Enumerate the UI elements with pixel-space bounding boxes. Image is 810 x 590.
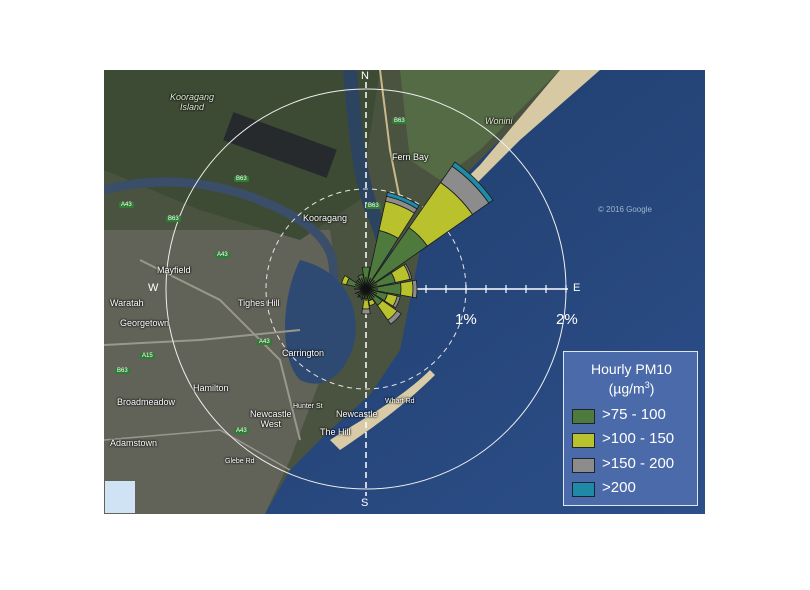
place-tighes-hill: Tighes Hill: [238, 298, 280, 308]
compass-south: S: [361, 497, 369, 509]
road-shield-b63: B63: [115, 368, 130, 374]
road-shield-b63: B63: [392, 118, 407, 124]
road-shield-b63: B63: [166, 216, 181, 222]
place-kooragang-island: Kooragang Island: [170, 92, 215, 112]
place-hamilton: Hamilton: [193, 383, 229, 393]
map-figure: N E S W 1% 2% Kooragang Island Wonini Fe…: [0, 0, 810, 585]
place-georgetown: Georgetown: [120, 318, 170, 328]
legend-label: >75 - 100: [602, 406, 666, 423]
place-glebe-rd: Glebe Rd: [225, 458, 255, 465]
place-adamstown: Adamstown: [110, 438, 158, 448]
windrose-wedge: [411, 279, 418, 299]
road-shield-a15: A15: [140, 353, 155, 359]
legend-swatch: [572, 433, 595, 448]
map-copyright: © 2016 Google: [598, 205, 652, 214]
road-shield-b63: B63: [366, 203, 381, 209]
road-shield-a43: A43: [215, 252, 230, 258]
compass-east: E: [573, 282, 581, 294]
ring-label-2pct: 2%: [556, 311, 578, 328]
ring-label-1pct: 1%: [455, 311, 477, 328]
legend-label: >200: [602, 479, 636, 496]
legend: Hourly PM10 (µg/m3) >75 - 100 >100 - 150…: [563, 351, 698, 506]
legend-title-line2: (µg/m3): [608, 380, 655, 397]
legend-swatch: [572, 458, 595, 473]
minimap-thumbnail[interactable]: [105, 481, 135, 513]
place-carrington: Carrington: [282, 348, 325, 358]
place-wharf-rd: Wharf Rd: [385, 398, 415, 405]
place-wonini: Wonini: [485, 116, 513, 126]
legend-label: >100 - 150: [602, 430, 675, 447]
place-broadmeadow: Broadmeadow: [117, 397, 176, 407]
place-hunter-st: Hunter St: [293, 403, 323, 410]
road-shield-a43: A43: [257, 339, 272, 345]
place-newcastle-west: Newcastle West: [250, 409, 292, 429]
place-fern-bay: Fern Bay: [392, 152, 429, 162]
legend-label: >150 - 200: [602, 455, 675, 472]
place-waratah: Waratah: [110, 298, 144, 308]
legend-swatch: [572, 409, 595, 424]
legend-swatch: [572, 482, 595, 497]
legend-title-line1: Hourly PM10: [591, 361, 672, 377]
windrose-wedge: [400, 280, 414, 298]
windrose-wedge: [361, 308, 371, 315]
road-shield-a43: A43: [119, 202, 134, 208]
place-the-hill: The Hill: [320, 427, 351, 437]
place-mayfield: Mayfield: [157, 265, 191, 275]
road-shield-a43: A43: [234, 428, 249, 434]
compass-north: N: [361, 70, 369, 82]
road-shield-b63: B63: [234, 176, 249, 182]
place-kooragang: Kooragang: [303, 213, 348, 223]
compass-west: W: [148, 282, 159, 294]
place-newcastle: Newcastle: [336, 409, 378, 419]
